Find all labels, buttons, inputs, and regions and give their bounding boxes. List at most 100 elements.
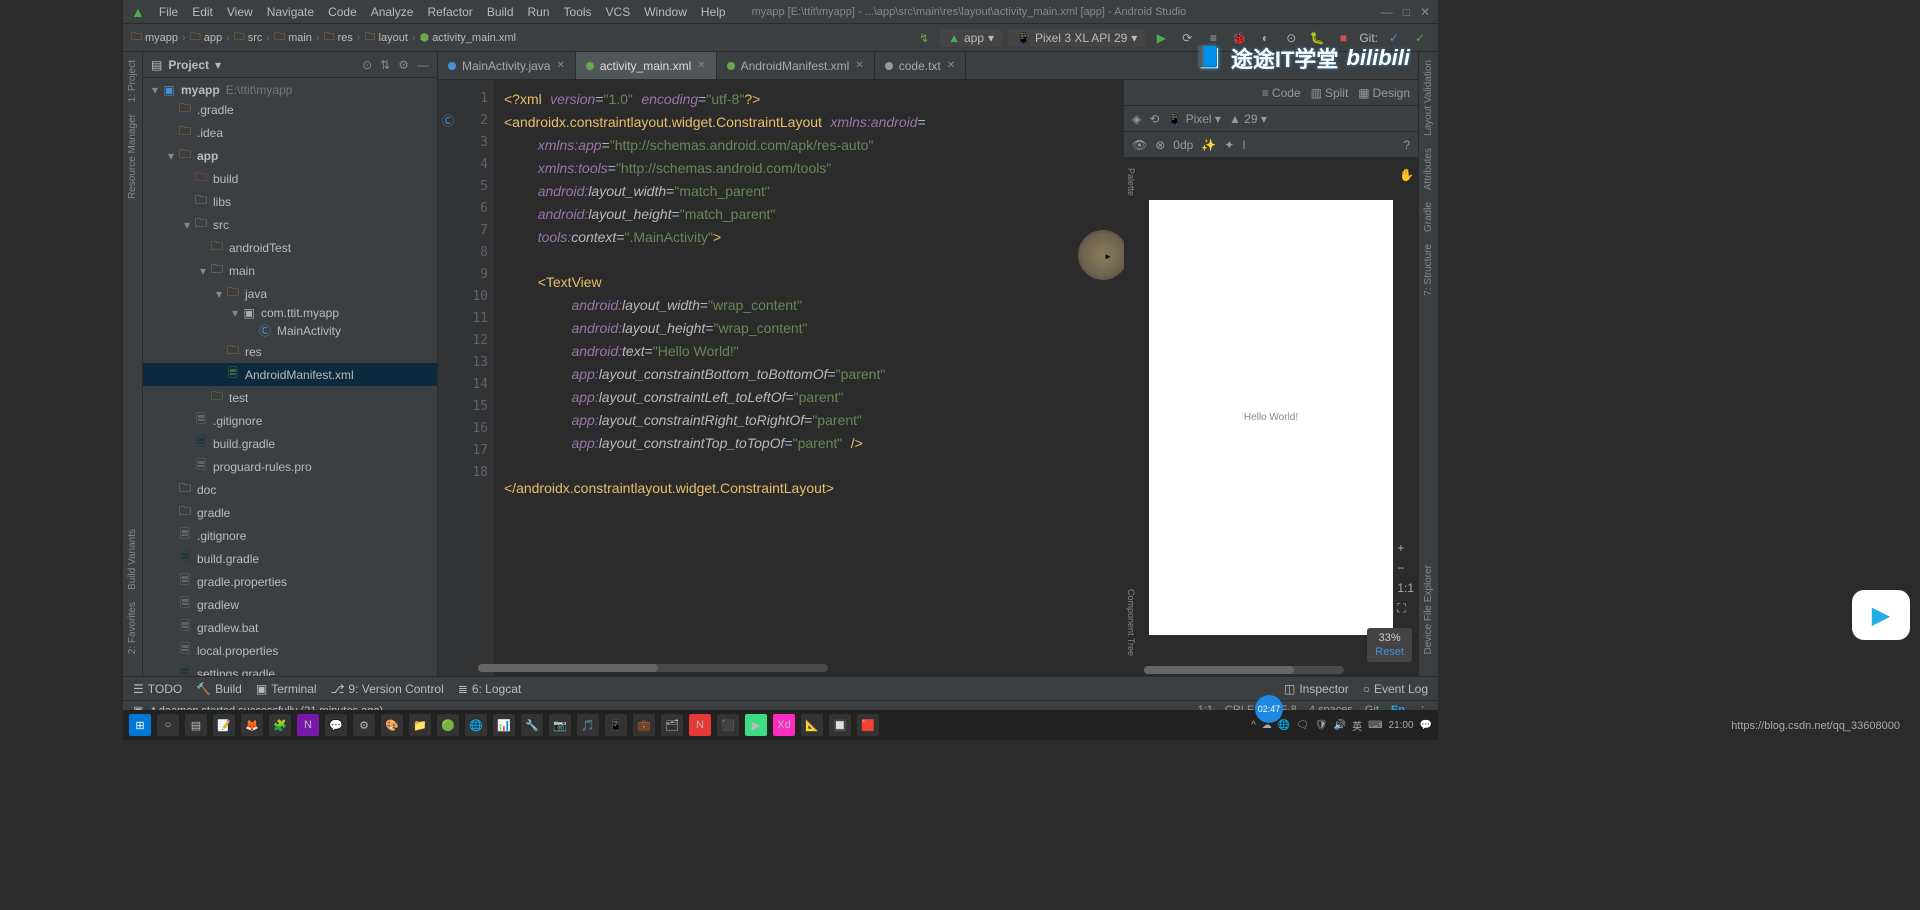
- tree-node-libs[interactable]: 🗀libs: [143, 190, 437, 213]
- menu-tools[interactable]: Tools: [564, 5, 592, 19]
- taskbar-app-21[interactable]: 🟥: [857, 714, 879, 736]
- tree-node-doc[interactable]: 🗀doc: [143, 478, 437, 501]
- taskbar-app-14[interactable]: 📱: [605, 714, 627, 736]
- panel-dropdown-icon[interactable]: ▾: [215, 58, 221, 72]
- side-tab-project[interactable]: 1: Project: [127, 60, 138, 102]
- taskbar-app-9[interactable]: 🌐: [465, 714, 487, 736]
- tree-node-build-gradle[interactable]: 🗏build.gradle: [143, 432, 437, 455]
- tree-node-androidtest[interactable]: 🗀androidTest: [143, 236, 437, 259]
- select-opened-file-icon[interactable]: ⊙: [362, 58, 372, 72]
- side-tab-attributes[interactable]: Attributes: [1423, 148, 1434, 190]
- device-select[interactable]: 📱 Pixel ▾: [1167, 112, 1221, 126]
- tray-ime[interactable]: 英: [1352, 718, 1362, 733]
- tree-node-build-gradle[interactable]: 🗏build.gradle: [143, 547, 437, 570]
- taskbar-app-17[interactable]: N: [689, 714, 711, 736]
- tree-node-proguard-rules-pro[interactable]: 🗏proguard-rules.pro: [143, 455, 437, 478]
- expand-all-icon[interactable]: ⇅: [380, 58, 390, 72]
- bilibili-play-button[interactable]: ▶: [1852, 590, 1910, 640]
- menu-edit[interactable]: Edit: [192, 5, 213, 19]
- preview-h-scrollbar[interactable]: [1144, 666, 1344, 674]
- tool-eventlog[interactable]: ○ Event Log: [1363, 682, 1428, 696]
- tree-node-settings-gradle[interactable]: 🗏settings.gradle: [143, 662, 437, 676]
- tray-icon-2[interactable]: 🌐: [1278, 720, 1290, 731]
- maximize-button[interactable]: □: [1403, 5, 1410, 19]
- menu-run[interactable]: Run: [528, 5, 550, 19]
- tool-build[interactable]: 🔨 Build: [196, 682, 242, 696]
- taskbar-app-11[interactable]: 🔧: [521, 714, 543, 736]
- device-dropdown[interactable]: 📱Pixel 3 XL API 29▾: [1008, 29, 1145, 47]
- menu-vcs[interactable]: VCS: [606, 5, 631, 19]
- tree-node-app[interactable]: ▾🗀app: [143, 144, 437, 167]
- tab-close-icon[interactable]: ✕: [855, 60, 863, 71]
- taskbar-app-13[interactable]: 🎵: [577, 714, 599, 736]
- tray-lang[interactable]: ⌨: [1368, 720, 1382, 731]
- tray-icon-4[interactable]: 🛡: [1315, 720, 1328, 731]
- side-tab-device-explorer[interactable]: Device File Explorer: [1423, 565, 1434, 654]
- view-options-icon[interactable]: 👁: [1132, 138, 1147, 152]
- zoom-out-icon[interactable]: −: [1397, 561, 1414, 575]
- side-tab-resource-manager[interactable]: Resource Manager: [127, 114, 138, 199]
- pan-icon[interactable]: ✋: [1399, 168, 1414, 182]
- tree-node-myapp[interactable]: ▾▣myappE:\ttit\myapp: [143, 82, 437, 98]
- tree-node-androidmanifest-xml[interactable]: 🗏AndroidManifest.xml: [143, 363, 437, 386]
- tree-node-gradlew[interactable]: 🗏gradlew: [143, 593, 437, 616]
- tray-expand-icon[interactable]: ^: [1251, 720, 1256, 731]
- breadcrumb-myapp[interactable]: 🗀myapp: [131, 28, 178, 47]
- tab-code-txt[interactable]: code.txt✕: [875, 52, 966, 79]
- editor-h-scrollbar[interactable]: [478, 664, 828, 672]
- tree-node--gitignore[interactable]: 🗏.gitignore: [143, 524, 437, 547]
- margin-select[interactable]: 0dp: [1173, 138, 1193, 152]
- taskbar-app-10[interactable]: 📊: [493, 714, 515, 736]
- menu-window[interactable]: Window: [644, 5, 687, 19]
- tab-close-icon[interactable]: ✕: [556, 60, 564, 71]
- taskbar-app-7[interactable]: 📁: [409, 714, 431, 736]
- code-editor[interactable]: Ⓒ 123456789101112131415161718 <?xml vers…: [438, 80, 1123, 676]
- side-tab-layout-validation[interactable]: Layout Validation: [1423, 60, 1434, 136]
- tool-inspector[interactable]: ◫ Inspector: [1284, 682, 1349, 696]
- tab-close-icon[interactable]: ✕: [947, 60, 955, 71]
- tree-node-gradlew-bat[interactable]: 🗏gradlew.bat: [143, 616, 437, 639]
- tree-node-res[interactable]: 🗀res: [143, 340, 437, 363]
- zoom-in-icon[interactable]: +: [1397, 541, 1414, 555]
- task-view-button[interactable]: ▤: [185, 714, 207, 736]
- menu-help[interactable]: Help: [701, 5, 726, 19]
- zoom-actual-icon[interactable]: ⛶: [1397, 601, 1414, 616]
- taskbar-app-2[interactable]: 🦊: [241, 714, 263, 736]
- tree-node-src[interactable]: ▾🗀src: [143, 213, 437, 236]
- breadcrumb-file[interactable]: ⬢activity_main.xml: [420, 31, 516, 44]
- breadcrumb-layout[interactable]: 🗀layout: [365, 28, 408, 47]
- mode-code[interactable]: ≡ Code: [1262, 86, 1301, 100]
- attributes-toggle-icon[interactable]: ?: [1403, 138, 1410, 152]
- zoom-reset[interactable]: Reset: [1375, 646, 1404, 658]
- tree-node-build[interactable]: 🗀build: [143, 167, 437, 190]
- zoom-fit-icon[interactable]: 1:1: [1397, 581, 1414, 595]
- tool-todo[interactable]: ☰ TODO: [133, 682, 182, 696]
- side-tab-favorites[interactable]: 2: Favorites: [127, 602, 138, 654]
- taskbar-app-12[interactable]: 📷: [549, 714, 571, 736]
- tab-mainactivity-java[interactable]: MainActivity.java✕: [438, 52, 576, 79]
- taskbar-app-19[interactable]: 📐: [801, 714, 823, 736]
- menu-view[interactable]: View: [227, 5, 253, 19]
- tab-androidmanifest-xml[interactable]: AndroidManifest.xml✕: [717, 52, 875, 79]
- taskbar-app-5[interactable]: ⚙: [353, 714, 375, 736]
- run-button[interactable]: ▶: [1151, 28, 1171, 48]
- menu-navigate[interactable]: Navigate: [267, 5, 314, 19]
- autoconnect-icon[interactable]: ⊗: [1155, 138, 1165, 152]
- taskbar-app-1[interactable]: 📝: [213, 714, 235, 736]
- git-commit-button[interactable]: ✓: [1410, 28, 1430, 48]
- tree-node-main[interactable]: ▾🗀main: [143, 259, 437, 282]
- tree-node--gradle[interactable]: 🗀.gradle: [143, 98, 437, 121]
- tab-activity-main-xml[interactable]: activity_main.xml✕: [576, 52, 717, 79]
- tool-terminal[interactable]: ▣ Terminal: [256, 682, 317, 696]
- project-dropdown-icon[interactable]: ▤: [151, 58, 162, 72]
- taskbar-app-4[interactable]: 💬: [325, 714, 347, 736]
- taskbar-app-16[interactable]: 🗂: [661, 714, 683, 736]
- start-button[interactable]: ⊞: [129, 714, 151, 736]
- taskbar-app-20[interactable]: 🔲: [829, 714, 851, 736]
- menu-file[interactable]: File: [159, 5, 178, 19]
- menu-analyze[interactable]: Analyze: [371, 5, 414, 19]
- orientation-icon[interactable]: ⟲: [1149, 112, 1159, 126]
- menu-build[interactable]: Build: [487, 5, 514, 19]
- api-select[interactable]: ▲ 29 ▾: [1229, 112, 1267, 126]
- tree-node-java[interactable]: ▾🗀java: [143, 282, 437, 305]
